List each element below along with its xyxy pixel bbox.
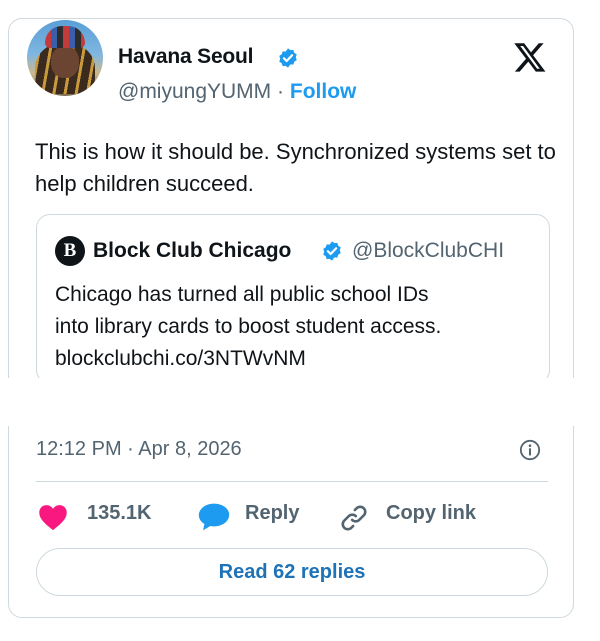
separator-dot: · — [277, 80, 285, 103]
link-icon[interactable] — [339, 503, 369, 533]
block-club-logo: B — [55, 236, 85, 266]
reply-bubble-icon[interactable] — [197, 502, 231, 532]
quoted-text-line: Chicago has turned all public school IDs — [55, 283, 429, 306]
like-count[interactable]: 135.1K — [87, 502, 152, 525]
info-icon[interactable] — [519, 439, 541, 461]
x-logo-icon[interactable] — [512, 40, 548, 74]
quoted-author-name[interactable]: Block Club Chicago — [93, 239, 291, 263]
tweet-timestamp[interactable]: 12:12 PM · Apr 8, 2026 — [36, 438, 242, 461]
author-handle[interactable]: @miyungYUMM — [118, 80, 271, 103]
avatar-hat — [45, 26, 85, 48]
avatar[interactable] — [27, 20, 103, 96]
quoted-text-line: into library cards to boost student acce… — [55, 315, 442, 338]
avatar-face — [51, 46, 79, 78]
divider — [36, 481, 548, 482]
heart-icon[interactable] — [38, 503, 68, 531]
quoted-author-handle[interactable]: @BlockClubCHI — [352, 239, 504, 263]
quoted-verified-badge-icon — [323, 241, 341, 261]
tweet-text: This is how it should be. Synchronized s… — [35, 139, 556, 196]
copy-link-button[interactable]: Copy link — [386, 502, 476, 525]
follow-button[interactable]: Follow — [290, 80, 357, 103]
content-fade — [0, 378, 600, 426]
quoted-link[interactable]: blockclubchi.co/3NTWvNM — [55, 343, 525, 375]
quoted-tweet-text: Chicago has turned all public school IDs… — [55, 279, 525, 375]
reply-button[interactable]: Reply — [245, 502, 299, 525]
author-name[interactable]: Havana Seoul — [118, 45, 254, 69]
read-replies-button[interactable]: Read 62 replies — [36, 548, 548, 596]
verified-badge-icon — [279, 48, 297, 68]
author-handle-line: @miyungYUMM · Follow — [118, 80, 356, 104]
